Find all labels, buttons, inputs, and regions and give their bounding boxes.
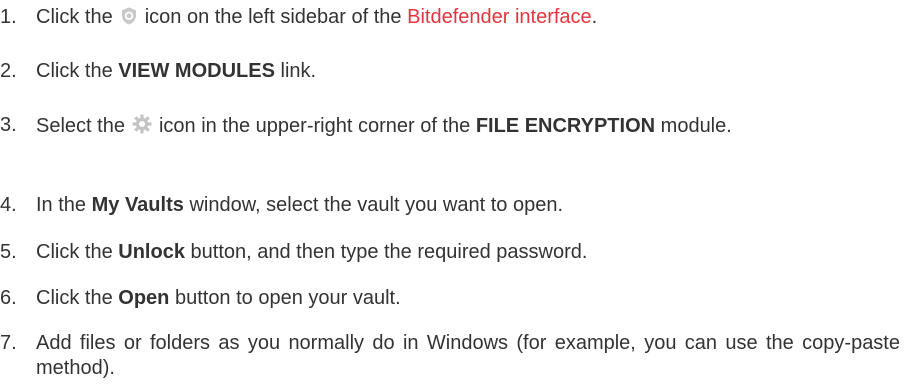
step-text: Click the icon on the left sidebar of the… — [36, 5, 900, 30]
step-number: 1. — [0, 6, 17, 28]
step-text: Select the icon in the upper-right corner… — [36, 113, 900, 139]
step-text-part: link. — [280, 60, 317, 82]
step-number: 5. — [0, 241, 17, 263]
step-text-part: Select the — [36, 115, 125, 137]
step-5: 5. Click the Unlock button, and then typ… — [0, 240, 900, 265]
file-encryption-label: FILE ENCRYPTION — [475, 115, 656, 137]
my-vaults-label: My Vaults — [91, 194, 184, 216]
step-text: Click the Unlock button, and then type t… — [36, 240, 900, 265]
step-number: 6. — [0, 287, 17, 309]
step-text-part: . — [591, 6, 598, 28]
step-text-part: In the — [36, 194, 87, 216]
step-number: 3. — [0, 114, 17, 136]
step-text-part: Click the — [36, 60, 113, 82]
step-text-part: icon in the upper-right corner of the — [158, 115, 471, 137]
step-3: 3. Select the icon in the upper-right cor… — [0, 113, 900, 139]
step-text: Click the VIEW MODULES link. — [36, 59, 900, 84]
instruction-steps: 1. Click the icon on the left sidebar of … — [0, 0, 910, 386]
step-6: 6. Click the Open button to open your va… — [0, 286, 900, 311]
step-text-part: Click the — [36, 6, 113, 28]
step-text-part: button, and then type the required passw… — [190, 241, 588, 263]
step-text: Add files or folders as you normally do … — [36, 332, 900, 379]
step-text-part: button to open your vault. — [174, 287, 401, 309]
step-text-part: icon on the left sidebar of the — [144, 6, 402, 28]
step-number: 2. — [0, 60, 17, 82]
gear-icon — [131, 113, 153, 135]
shield-icon — [119, 6, 139, 26]
open-label: Open — [118, 287, 170, 309]
view-modules-label: VIEW MODULES — [118, 60, 275, 82]
unlock-label: Unlock — [118, 241, 185, 263]
step-text-part: Click the — [36, 287, 113, 309]
bitdefender-interface-link[interactable]: Bitdefender interface — [407, 6, 592, 28]
step-number: 4. — [0, 194, 17, 216]
step-text-part: Click the — [36, 241, 113, 263]
step-text-part: window, select the vault you want to ope… — [189, 194, 564, 216]
step-text: In the My Vaults window, select the vaul… — [36, 193, 900, 218]
step-2: 2. Click the VIEW MODULES link. — [0, 59, 900, 84]
step-number: 7. — [0, 332, 17, 354]
step-4: 4. In the My Vaults window, select the v… — [0, 193, 900, 218]
step-7: 7. Add files or folders as you normally … — [0, 331, 900, 381]
step-1: 1. Click the icon on the left sidebar of … — [0, 5, 900, 30]
step-text-part: module. — [660, 115, 732, 137]
step-text: Click the Open button to open your vault… — [36, 286, 900, 311]
